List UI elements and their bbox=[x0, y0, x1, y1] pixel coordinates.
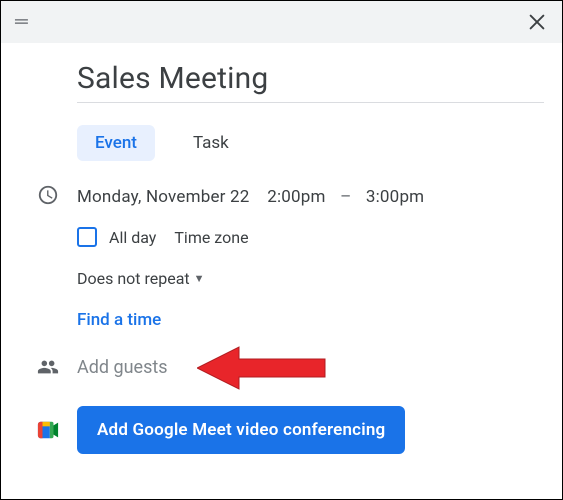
add-guests-input[interactable]: Add guests bbox=[77, 357, 168, 378]
time-separator: – bbox=[340, 187, 351, 207]
annotation-arrow-icon bbox=[197, 340, 327, 396]
event-end-time[interactable]: 3:00pm bbox=[366, 187, 424, 207]
clock-icon bbox=[37, 184, 59, 206]
dialog-header: ═ bbox=[1, 1, 562, 43]
tab-task[interactable]: Task bbox=[175, 125, 247, 161]
event-start-time[interactable]: 2:00pm bbox=[267, 187, 325, 207]
all-day-label: All day bbox=[109, 228, 156, 247]
close-icon[interactable] bbox=[526, 11, 548, 33]
checkbox-icon bbox=[77, 227, 97, 247]
tab-event[interactable]: Event bbox=[77, 125, 155, 161]
all-day-checkbox[interactable]: All day bbox=[77, 227, 156, 247]
event-title-input[interactable]: Sales Meeting bbox=[77, 61, 544, 103]
add-video-conferencing-button[interactable]: Add Google Meet video conferencing bbox=[77, 406, 405, 454]
event-datetime[interactable]: Monday, November 22 2:00pm – 3:00pm bbox=[77, 187, 424, 207]
drag-handle-icon[interactable]: ═ bbox=[15, 13, 28, 31]
recurrence-label: Does not repeat bbox=[77, 269, 190, 288]
find-a-time-link[interactable]: Find a time bbox=[77, 310, 161, 330]
chevron-down-icon: ▼ bbox=[194, 272, 205, 285]
recurrence-select[interactable]: Does not repeat ▼ bbox=[77, 269, 205, 288]
type-tabs: Event Task bbox=[77, 125, 247, 161]
google-meet-icon bbox=[37, 419, 59, 441]
people-icon bbox=[37, 356, 59, 378]
event-date[interactable]: Monday, November 22 bbox=[77, 187, 250, 207]
time-zone-button[interactable]: Time zone bbox=[174, 228, 248, 247]
